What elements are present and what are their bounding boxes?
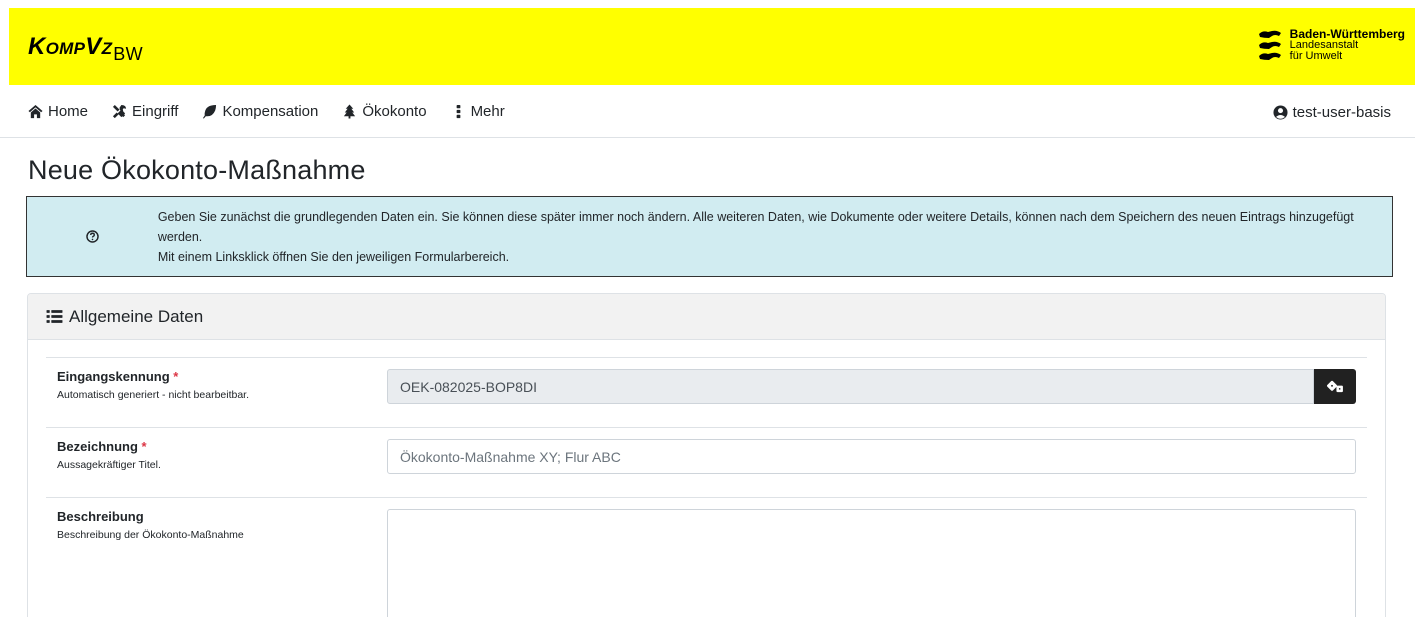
home-icon bbox=[28, 104, 43, 119]
nav-oekokonto[interactable]: Ökokonto bbox=[342, 103, 427, 120]
description-row: Beschreibung Beschreibung der Ökokonto-M… bbox=[46, 497, 1367, 617]
identifier-label: Eingangskennung bbox=[57, 369, 170, 384]
nav-eingriff-label: Eingriff bbox=[132, 103, 179, 120]
nav-kompensation-label: Kompensation bbox=[222, 103, 319, 120]
brand-sub: BW bbox=[113, 43, 143, 64]
required-marker: * bbox=[173, 369, 179, 384]
brand-main: KOMPVZ bbox=[28, 32, 113, 60]
title-help: Aussagekräftiger Titel. bbox=[57, 459, 161, 471]
identifier-row: Eingangskennung * Automatisch generiert … bbox=[46, 357, 1367, 427]
nav-home[interactable]: Home bbox=[28, 103, 88, 120]
brand-logo[interactable]: KOMPVZ BW bbox=[28, 32, 143, 64]
bw-line3: für Umwelt bbox=[1289, 49, 1343, 62]
leaf-icon bbox=[203, 104, 217, 119]
vertical-dots-icon bbox=[456, 104, 460, 119]
bw-lubw-logo: Baden-Württemberg Landesanstalt für Umwe… bbox=[1257, 26, 1405, 65]
dice-icon bbox=[1326, 380, 1343, 393]
nav-mehr[interactable]: Mehr bbox=[451, 103, 505, 120]
card-header[interactable]: Allgemeine Daten bbox=[28, 294, 1385, 340]
description-textarea[interactable] bbox=[387, 509, 1356, 617]
required-marker: * bbox=[141, 439, 147, 454]
description-help: Beschreibung der Ökokonto-Maßnahme bbox=[57, 529, 244, 541]
info-text-line1: Geben Sie zunächst die grundlegenden Dat… bbox=[157, 209, 1354, 244]
nav-home-label: Home bbox=[48, 103, 89, 120]
info-box: Geben Sie zunächst die grundlegenden Dat… bbox=[26, 196, 1393, 277]
title-row: Bezeichnung * Aussagekräftiger Titel. bbox=[46, 427, 1367, 497]
main-nav: Home Eingriff Kompensation Ökokonto Mehr… bbox=[0, 86, 1415, 138]
app-header: KOMPVZ BW Baden-Württemberg Landesanstalt… bbox=[9, 8, 1415, 85]
bw-line1: Baden-Württemberg bbox=[1289, 26, 1405, 41]
title-input[interactable] bbox=[387, 439, 1356, 474]
nav-mehr-label: Mehr bbox=[470, 103, 505, 120]
info-text-line2: Mit einem Linksklick öffnen Sie den jewe… bbox=[157, 249, 510, 264]
card-title: Allgemeine Daten bbox=[69, 306, 204, 326]
tree-icon bbox=[344, 104, 356, 119]
title-label: Bezeichnung bbox=[57, 439, 138, 454]
question-circle-icon bbox=[86, 230, 99, 243]
user-circle-icon bbox=[1273, 104, 1288, 120]
lions-crest-icon bbox=[1258, 30, 1281, 60]
identifier-help: Automatisch generiert - nicht bearbeitba… bbox=[57, 389, 250, 401]
bw-line2: Landesanstalt bbox=[1289, 38, 1359, 51]
list-icon bbox=[46, 310, 63, 323]
identifier-input[interactable] bbox=[387, 369, 1314, 404]
user-name: test-user-basis bbox=[1292, 103, 1391, 121]
description-label: Beschreibung bbox=[57, 509, 144, 524]
nav-kompensation[interactable]: Kompensation bbox=[202, 103, 318, 120]
nav-eingriff[interactable]: Eingriff bbox=[112, 103, 178, 120]
general-data-card: Allgemeine Daten Eingangskennung * Autom… bbox=[27, 293, 1386, 617]
nav-oekokonto-label: Ökokonto bbox=[362, 103, 427, 120]
page-title: Neue Ökokonto-Maßnahme bbox=[28, 155, 366, 185]
tools-icon bbox=[112, 104, 127, 119]
user-menu[interactable]: test-user-basis bbox=[1273, 86, 1391, 138]
generate-identifier-button[interactable] bbox=[1314, 369, 1356, 404]
